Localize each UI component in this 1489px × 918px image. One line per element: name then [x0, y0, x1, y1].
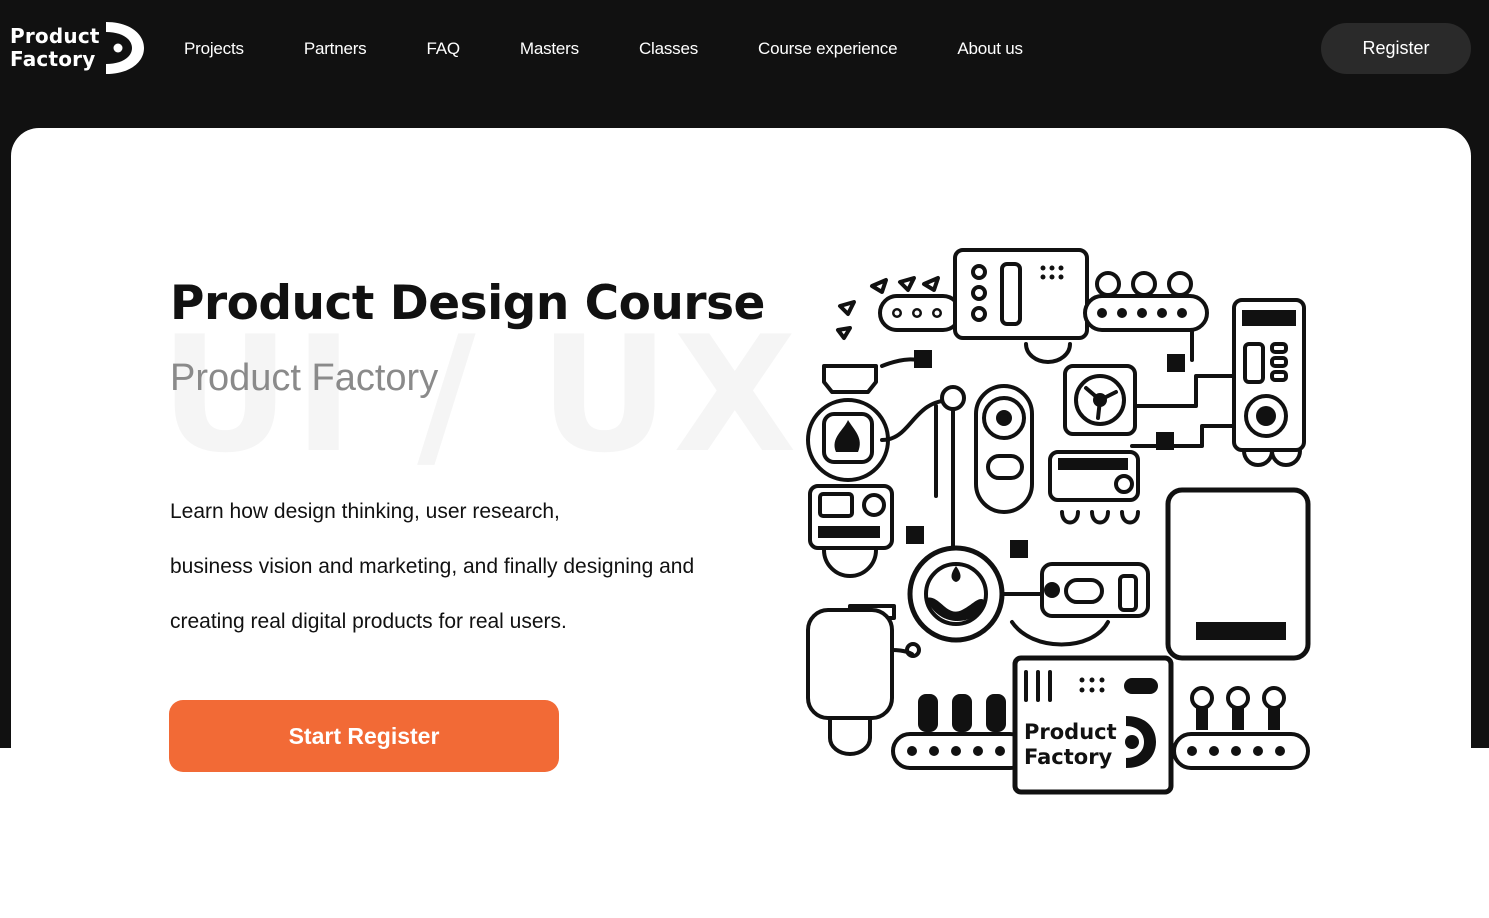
register-button[interactable]: Register — [1321, 23, 1471, 74]
nav-classes[interactable]: Classes — [639, 39, 698, 59]
top-navigation: Product Factory Projects Partners FAQ Ma… — [0, 0, 1489, 98]
logo-text: Product Factory — [10, 25, 100, 71]
nav-course-experience[interactable]: Course experience — [758, 39, 897, 59]
nav-partners[interactable]: Partners — [304, 39, 367, 59]
page-subtitle: Product Factory — [170, 357, 439, 399]
nav-masters[interactable]: Masters — [520, 39, 579, 59]
nav-about-us[interactable]: About us — [957, 39, 1023, 59]
main-menu: Projects Partners FAQ Masters Classes Co… — [184, 36, 1083, 62]
product-factory-logo[interactable]: Product Factory — [10, 20, 144, 76]
description-line: Learn how design thinking, user research… — [170, 500, 560, 523]
nav-projects[interactable]: Projects — [184, 39, 244, 59]
logo-line-2: Factory — [10, 47, 96, 71]
description-line: creating real digital products for real … — [170, 610, 567, 633]
illustration-logo-line-1: Product — [1024, 720, 1117, 744]
start-register-button[interactable]: Start Register — [169, 700, 559, 772]
logo-line-1: Product — [10, 24, 100, 48]
hero-description: Learn how design thinking, user research… — [170, 495, 750, 660]
page-title: Product Design Course — [170, 276, 765, 331]
illustration-logo-line-2: Factory — [1024, 745, 1113, 769]
description-line: business vision and marketing, and final… — [170, 555, 695, 578]
logo-mark-icon — [106, 22, 144, 74]
nav-faq[interactable]: FAQ — [426, 39, 460, 59]
factory-machine-illustration: Product Factory — [806, 248, 1311, 795]
